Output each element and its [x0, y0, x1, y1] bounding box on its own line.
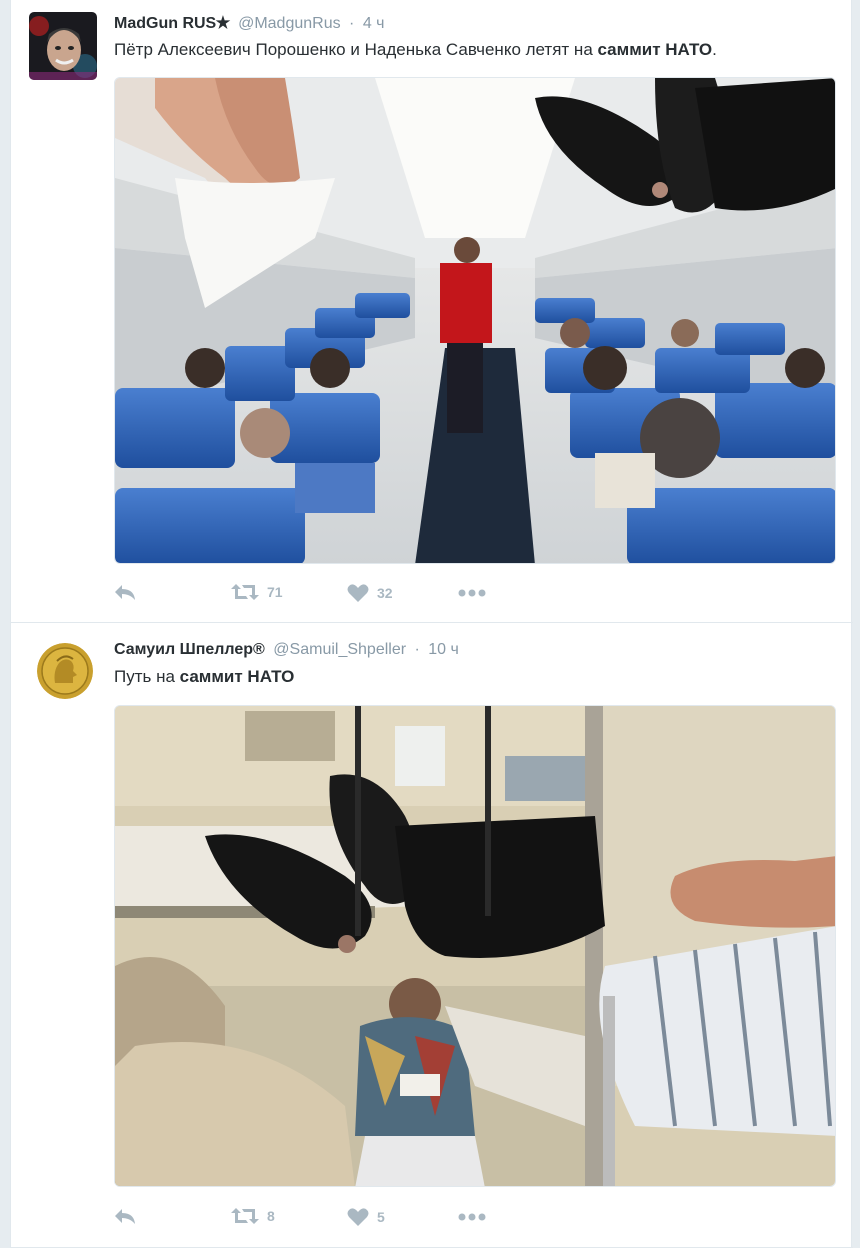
- airplane-cabin-photo: [115, 78, 835, 563]
- tweet-header: MadGun RUS✭ @MadgunRus · 4 ч: [114, 13, 385, 33]
- reply-icon: [115, 1209, 135, 1224]
- reply-button[interactable]: [114, 1207, 136, 1225]
- tweet-actions: 71 32: [114, 583, 534, 605]
- like-count: 5: [377, 1209, 385, 1225]
- tweet-text-end: .: [712, 40, 717, 59]
- tweet: Самуил Шпеллер® @Samuil_Shpeller · 10 ч …: [11, 623, 853, 1248]
- username[interactable]: @MadgunRus: [238, 15, 341, 32]
- separator: ·: [414, 641, 420, 658]
- train-compartment-photo: [115, 706, 835, 1186]
- avatar[interactable]: [29, 12, 97, 80]
- heart-icon: [347, 584, 369, 602]
- fullname[interactable]: Самуил Шпеллер®: [114, 641, 265, 658]
- tweet-text: Пётр Алексеевич Порошенко и Наденька Сав…: [114, 40, 717, 60]
- like-button[interactable]: 32: [347, 583, 393, 603]
- retweet-count: 8: [267, 1208, 275, 1224]
- reply-button[interactable]: [114, 583, 136, 601]
- like-count: 32: [377, 585, 393, 601]
- retweet-icon: [231, 1208, 259, 1224]
- tweet-header: Самуил Шпеллер® @Samuil_Shpeller · 10 ч: [114, 641, 459, 659]
- tweet-photo[interactable]: [114, 705, 836, 1187]
- more-button[interactable]: [458, 1213, 486, 1221]
- tweet-actions: 8 5: [114, 1207, 534, 1229]
- retweet-button[interactable]: 71: [231, 583, 283, 601]
- avatar[interactable]: [37, 643, 93, 699]
- reply-icon: [115, 585, 135, 600]
- like-button[interactable]: 5: [347, 1207, 385, 1227]
- hashtag-link[interactable]: саммит НАТО: [598, 40, 713, 59]
- tweet-text-plain: Путь на: [114, 667, 180, 686]
- username[interactable]: @Samuil_Shpeller: [273, 641, 406, 658]
- more-icon: [458, 589, 486, 597]
- tweet-text-plain: Пётр Алексеевич Порошенко и Наденька Сав…: [114, 40, 598, 59]
- fullname[interactable]: MadGun RUS✭: [114, 15, 230, 32]
- tweet: MadGun RUS✭ @MadgunRus · 4 ч Пётр Алексе…: [11, 0, 853, 623]
- tweet-text: Путь на саммит НАТО: [114, 667, 294, 687]
- retweet-icon: [231, 584, 259, 600]
- timestamp[interactable]: 4 ч: [363, 15, 385, 32]
- retweet-button[interactable]: 8: [231, 1207, 275, 1225]
- heart-icon: [347, 1208, 369, 1226]
- timeline: MadGun RUS✭ @MadgunRus · 4 ч Пётр Алексе…: [10, 0, 853, 1248]
- separator: ·: [349, 15, 355, 32]
- tweet-photo[interactable]: [114, 77, 836, 564]
- retweet-count: 71: [267, 584, 283, 600]
- timestamp[interactable]: 10 ч: [428, 641, 459, 658]
- more-icon: [458, 1213, 486, 1221]
- more-button[interactable]: [458, 589, 486, 597]
- hashtag-link[interactable]: саммит НАТО: [180, 667, 295, 686]
